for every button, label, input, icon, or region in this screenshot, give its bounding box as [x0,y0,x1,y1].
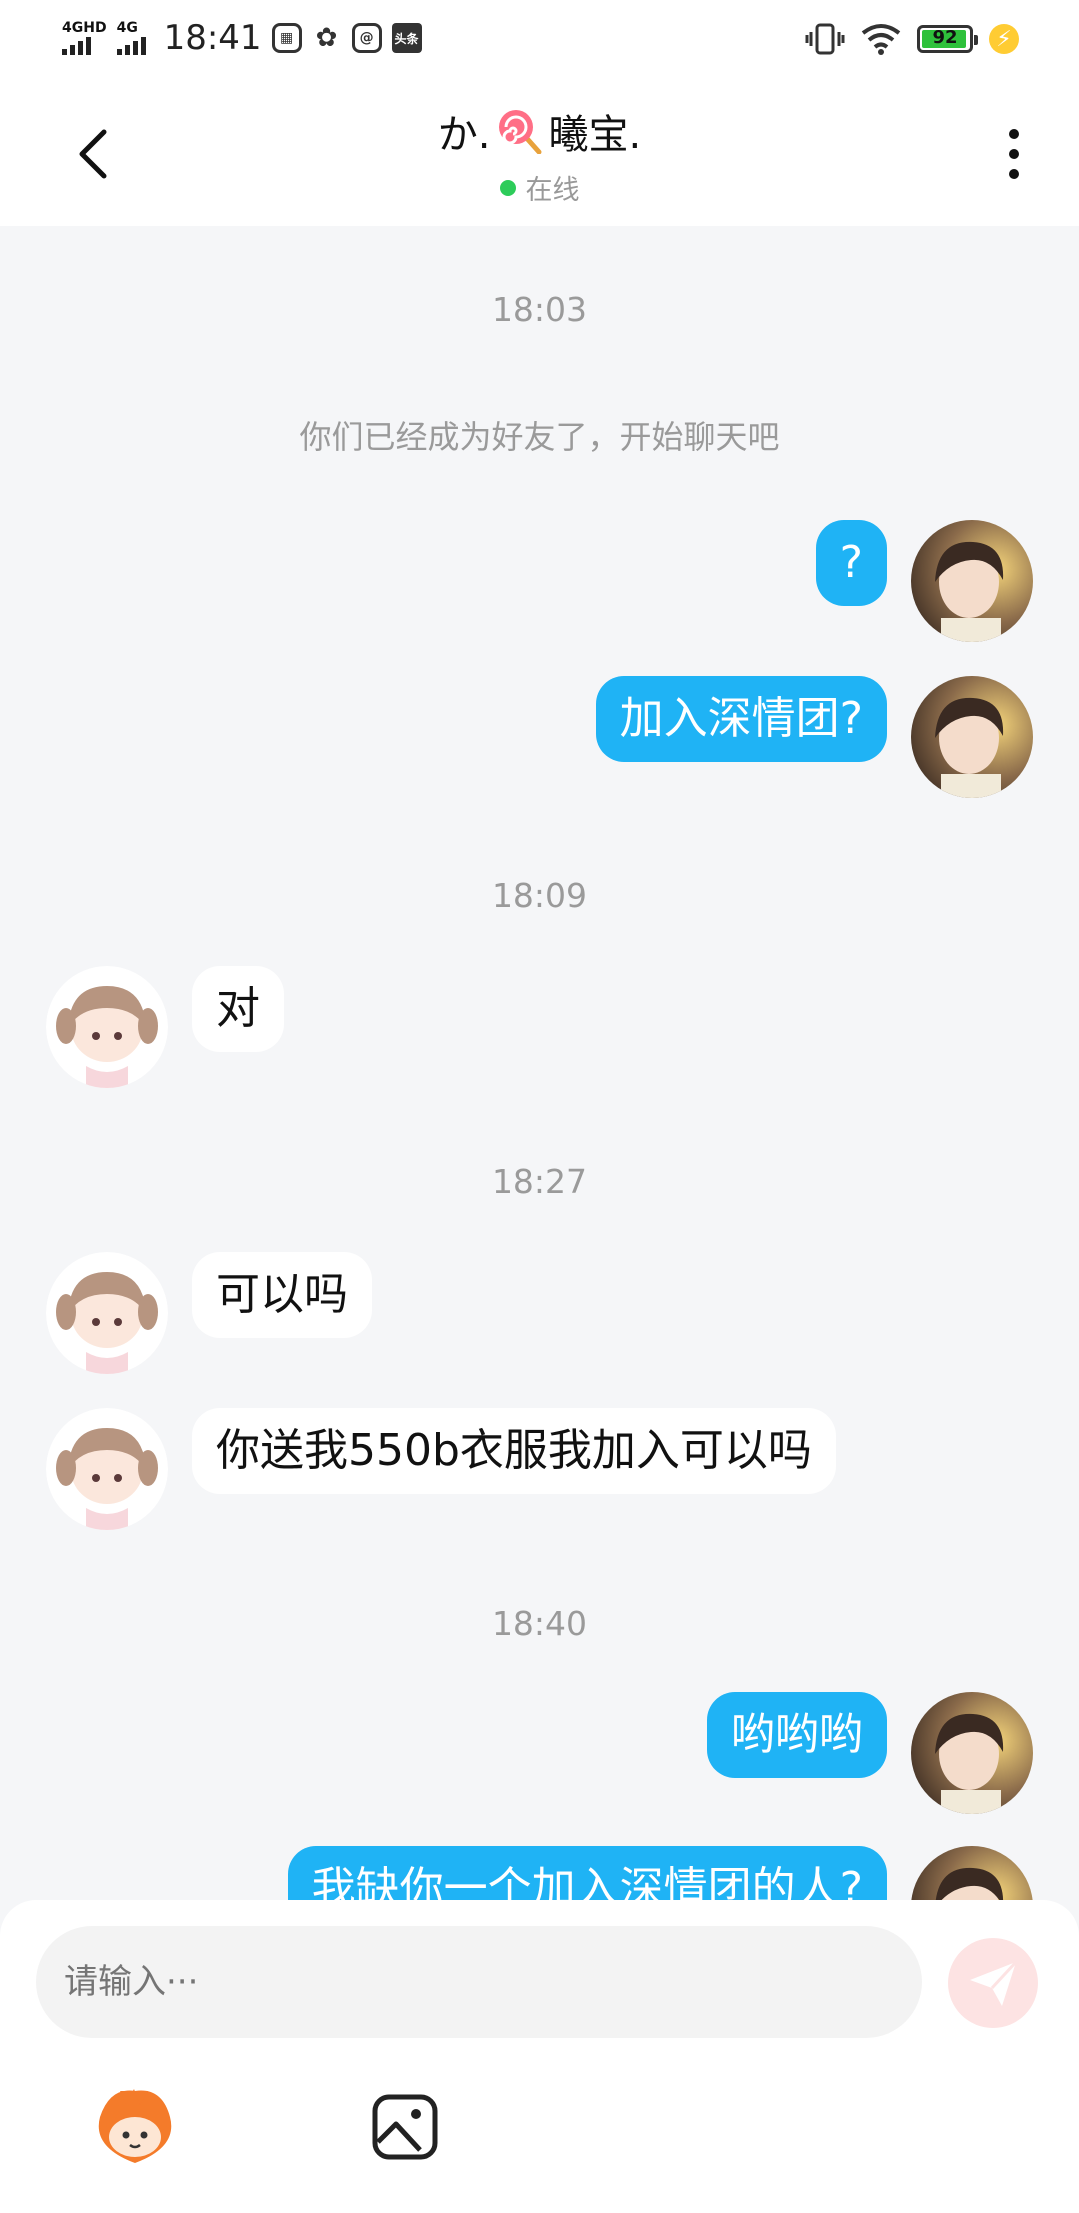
my-avatar[interactable] [911,520,1033,642]
vibrate-icon [805,23,845,55]
contact-name: か. 曦宝. [438,102,641,160]
wifi-icon [861,24,901,55]
message-bubble-incoming[interactable]: 你送我550b衣服我加入可以吗 [192,1408,836,1494]
timestamp: 18:27 [491,1162,588,1201]
charging-icon: ⚡ [989,24,1019,54]
system-message: 你们已经成为好友了，开始聊天吧 [299,418,780,456]
timestamp: 18:03 [491,290,588,329]
signal-icon-2: 4G [116,20,146,55]
more-menu-icon[interactable] [989,124,1039,184]
message-bubble-incoming[interactable]: 可以吗 [192,1252,372,1338]
composer [0,1900,1079,2213]
message-input[interactable] [36,1926,922,2038]
message-bubble-outgoing[interactable]: 加入深情团? [595,676,887,762]
lollipop-icon [498,110,541,154]
battery-level: 92 [932,27,958,48]
online-status: 在线 [499,168,580,207]
contact-avatar[interactable] [46,966,168,1088]
contact-avatar[interactable] [46,1252,168,1374]
sticker-button[interactable] [90,2082,180,2172]
my-avatar[interactable] [911,1846,1033,1900]
message-list[interactable]: 18:03 你们已经成为好友了，开始聊天吧 ? 加入深情团? 18:09 对 1… [0,226,1079,1900]
mascot-sticker-icon [98,2089,172,2163]
message-bubble-outgoing[interactable]: 我缺你一个加入深情团的人? [287,1846,887,1900]
message-bubble-outgoing[interactable]: 哟哟哟 [707,1692,887,1778]
battery-icon: 92 [917,25,978,53]
title-suffix: 曦宝. [548,112,642,158]
at-icon: @ [351,23,382,53]
timestamp: 18:09 [491,876,588,915]
message-bubble-incoming[interactable]: 对 [192,966,284,1052]
image-button[interactable] [360,2082,450,2172]
title-prefix: か. [437,112,491,158]
my-avatar[interactable] [911,676,1033,798]
online-dot-icon [499,179,516,196]
status-time: 18:41 [163,18,262,58]
image-icon [372,2094,438,2160]
status-bar: 4GHD 4G 18:41 ▦ ✿ @ 头条 92 ⚡ [0,0,1079,80]
contact-avatar[interactable] [46,1408,168,1530]
signal-label-1: 4GHD [62,20,107,36]
message-bubble-outgoing[interactable]: ? [815,520,887,606]
wechat-icon: ✿ [315,23,338,53]
app-icon: ▦ [271,23,302,53]
chat-header: か. 曦宝. 在线 [0,80,1079,226]
toutiao-icon: 头条 [391,23,422,53]
signal-icon: 4GHD [62,21,107,55]
my-avatar[interactable] [911,1692,1033,1814]
send-button[interactable] [948,1938,1038,2028]
timestamp: 18:40 [491,1604,588,1643]
signal-label-2: 4G [116,20,138,36]
paper-plane-icon [970,1960,1018,2006]
online-status-label: 在线 [525,175,580,206]
